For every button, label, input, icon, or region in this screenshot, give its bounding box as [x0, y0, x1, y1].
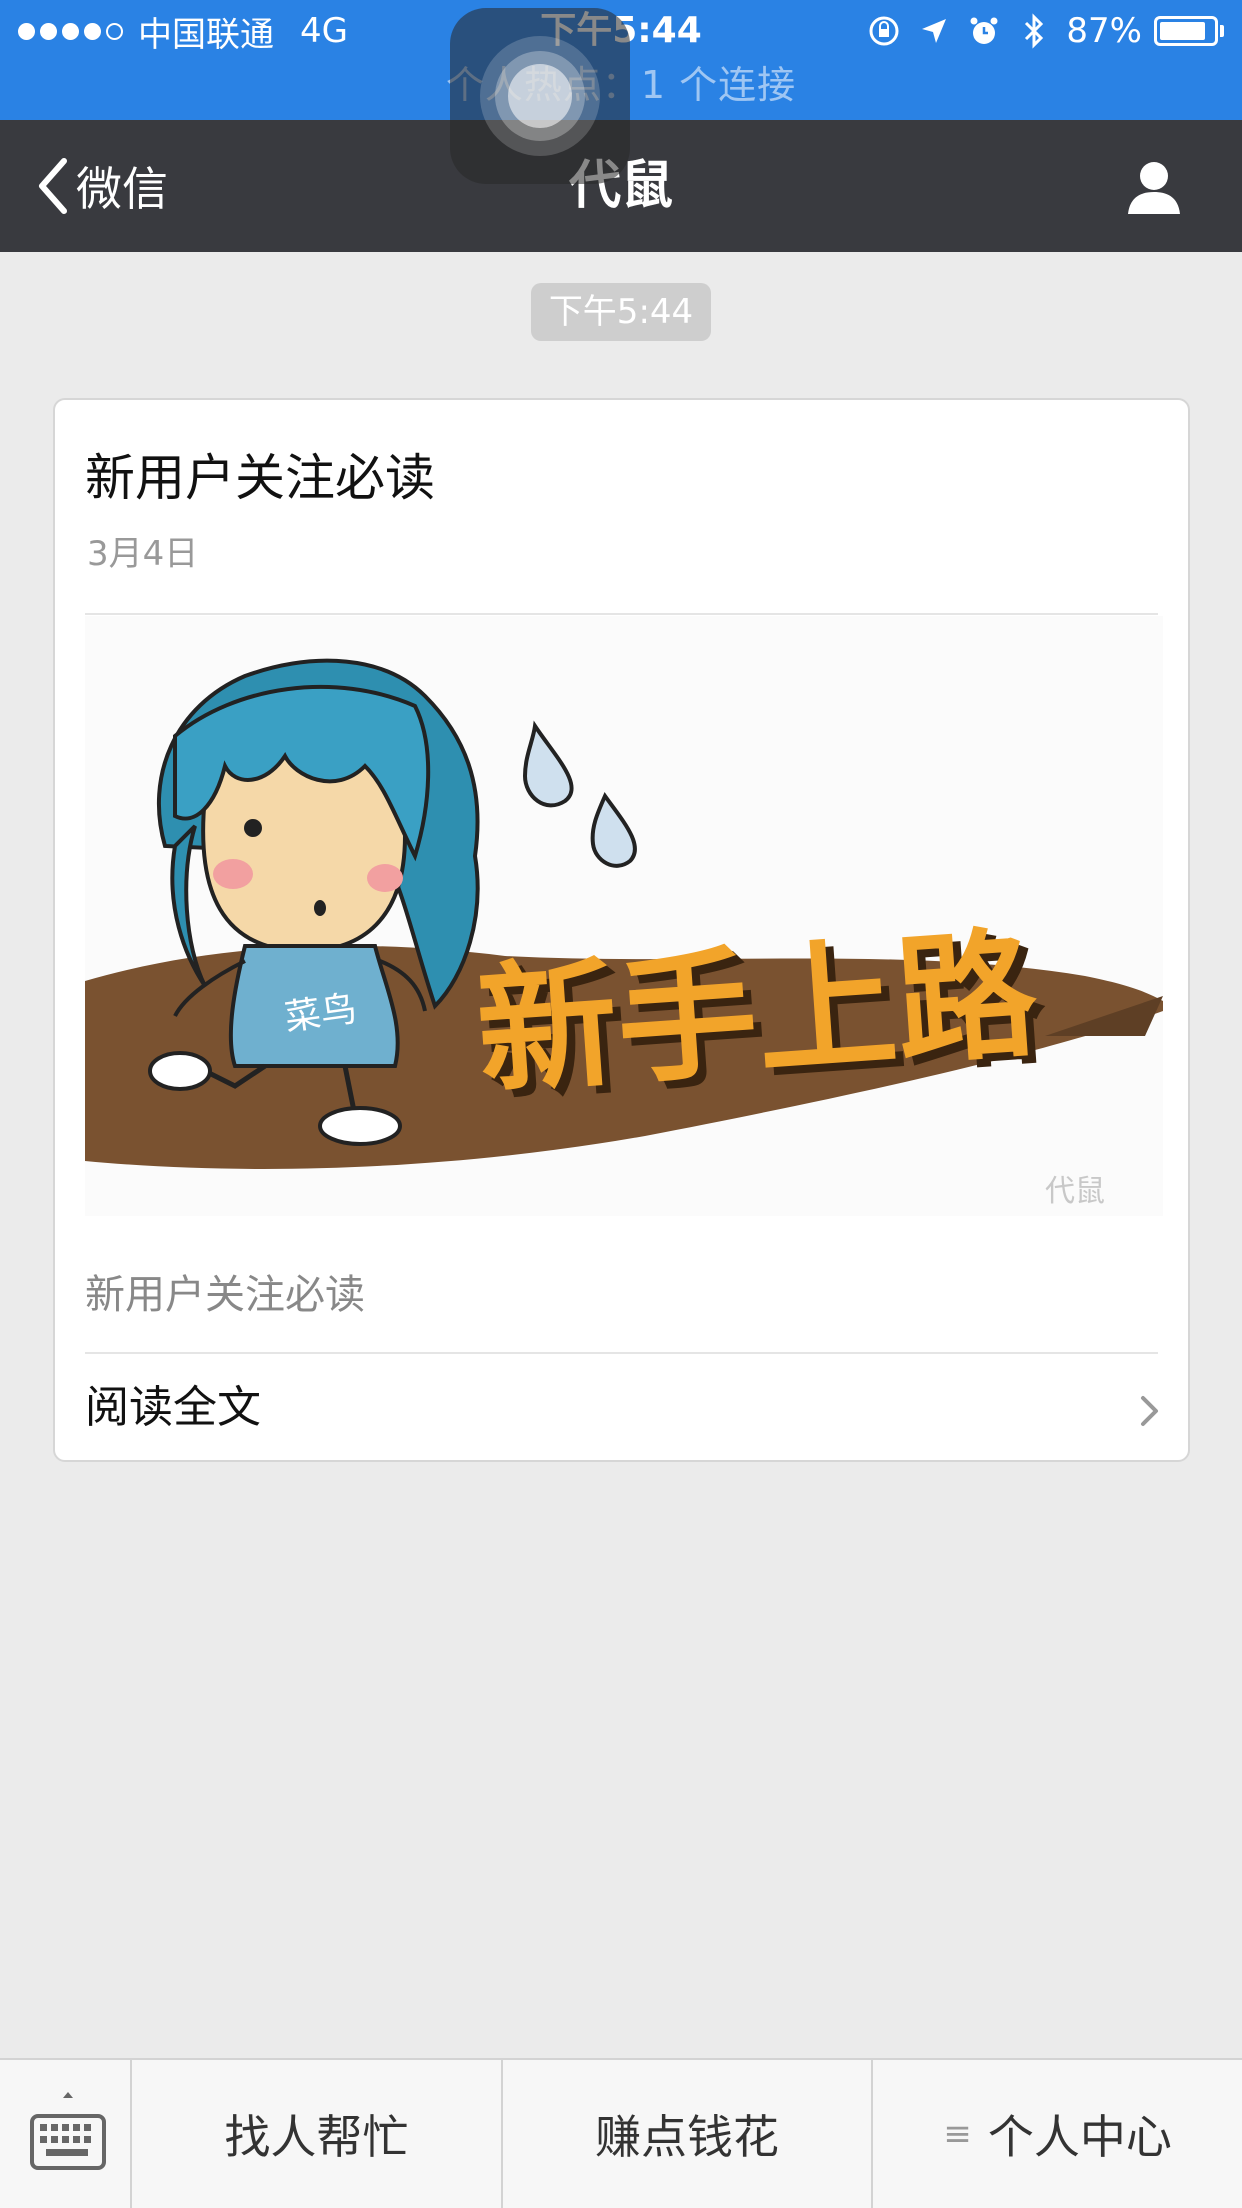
menu-item-label: 赚点钱花	[595, 2110, 779, 2164]
bluetooth-icon	[1014, 11, 1054, 51]
article-digest: 新用户关注必读	[85, 1272, 365, 1318]
time-badge-row: 下午5:44	[0, 283, 1242, 341]
message-timestamp: 下午5:44	[530, 283, 712, 341]
battery-level-fill	[1160, 22, 1206, 40]
keyboard-icon	[30, 2092, 106, 2170]
cover-watermark: 代鼠	[1045, 1174, 1105, 1209]
article-cover-image[interactable]: 菜鸟 新手上路 新手上路 代鼠	[85, 616, 1163, 1216]
battery-icon	[1154, 16, 1224, 46]
submenu-icon: ≡	[943, 2114, 972, 2154]
chevron-right-icon	[1141, 1396, 1158, 1426]
status-right: 87%	[854, 8, 1224, 54]
menu-item-find-help[interactable]: 找人帮忙	[132, 2060, 503, 2208]
bottom-menu-bar: 找人帮忙 赚点钱花 ≡ 个人中心	[0, 2058, 1242, 2208]
menu-item-earn-money[interactable]: 赚点钱花	[503, 2060, 874, 2208]
keyboard-toggle-button[interactable]	[0, 2060, 132, 2208]
read-more-label: 阅读全文	[85, 1382, 261, 1433]
alarm-icon	[964, 11, 1004, 51]
rotation-lock-icon	[864, 11, 904, 51]
menu-item-personal-center[interactable]: ≡ 个人中心	[873, 2060, 1242, 2208]
read-more-link[interactable]: 阅读全文	[55, 1354, 1188, 1460]
article-date: 3月4日	[87, 534, 199, 574]
assistive-touch-button[interactable]	[450, 8, 630, 184]
wechat-official-account-screen: 中国联通 4G 下午5:44 87% 个人热点：1 个连接	[0, 0, 1242, 2208]
menu-item-label: 个人中心	[987, 2110, 1172, 2164]
menu-item-label: 找人帮忙	[224, 2110, 409, 2164]
divider	[85, 613, 1158, 615]
battery-percentage: 87%	[1066, 11, 1142, 51]
article-title: 新用户关注必读	[85, 449, 435, 507]
location-icon	[914, 11, 954, 51]
article-card[interactable]: 新用户关注必读 3月4日 菜鸟 新手上路 新手上路 代鼠 新用户关注必读 阅读全…	[53, 398, 1190, 1462]
profile-icon[interactable]	[1122, 156, 1186, 220]
